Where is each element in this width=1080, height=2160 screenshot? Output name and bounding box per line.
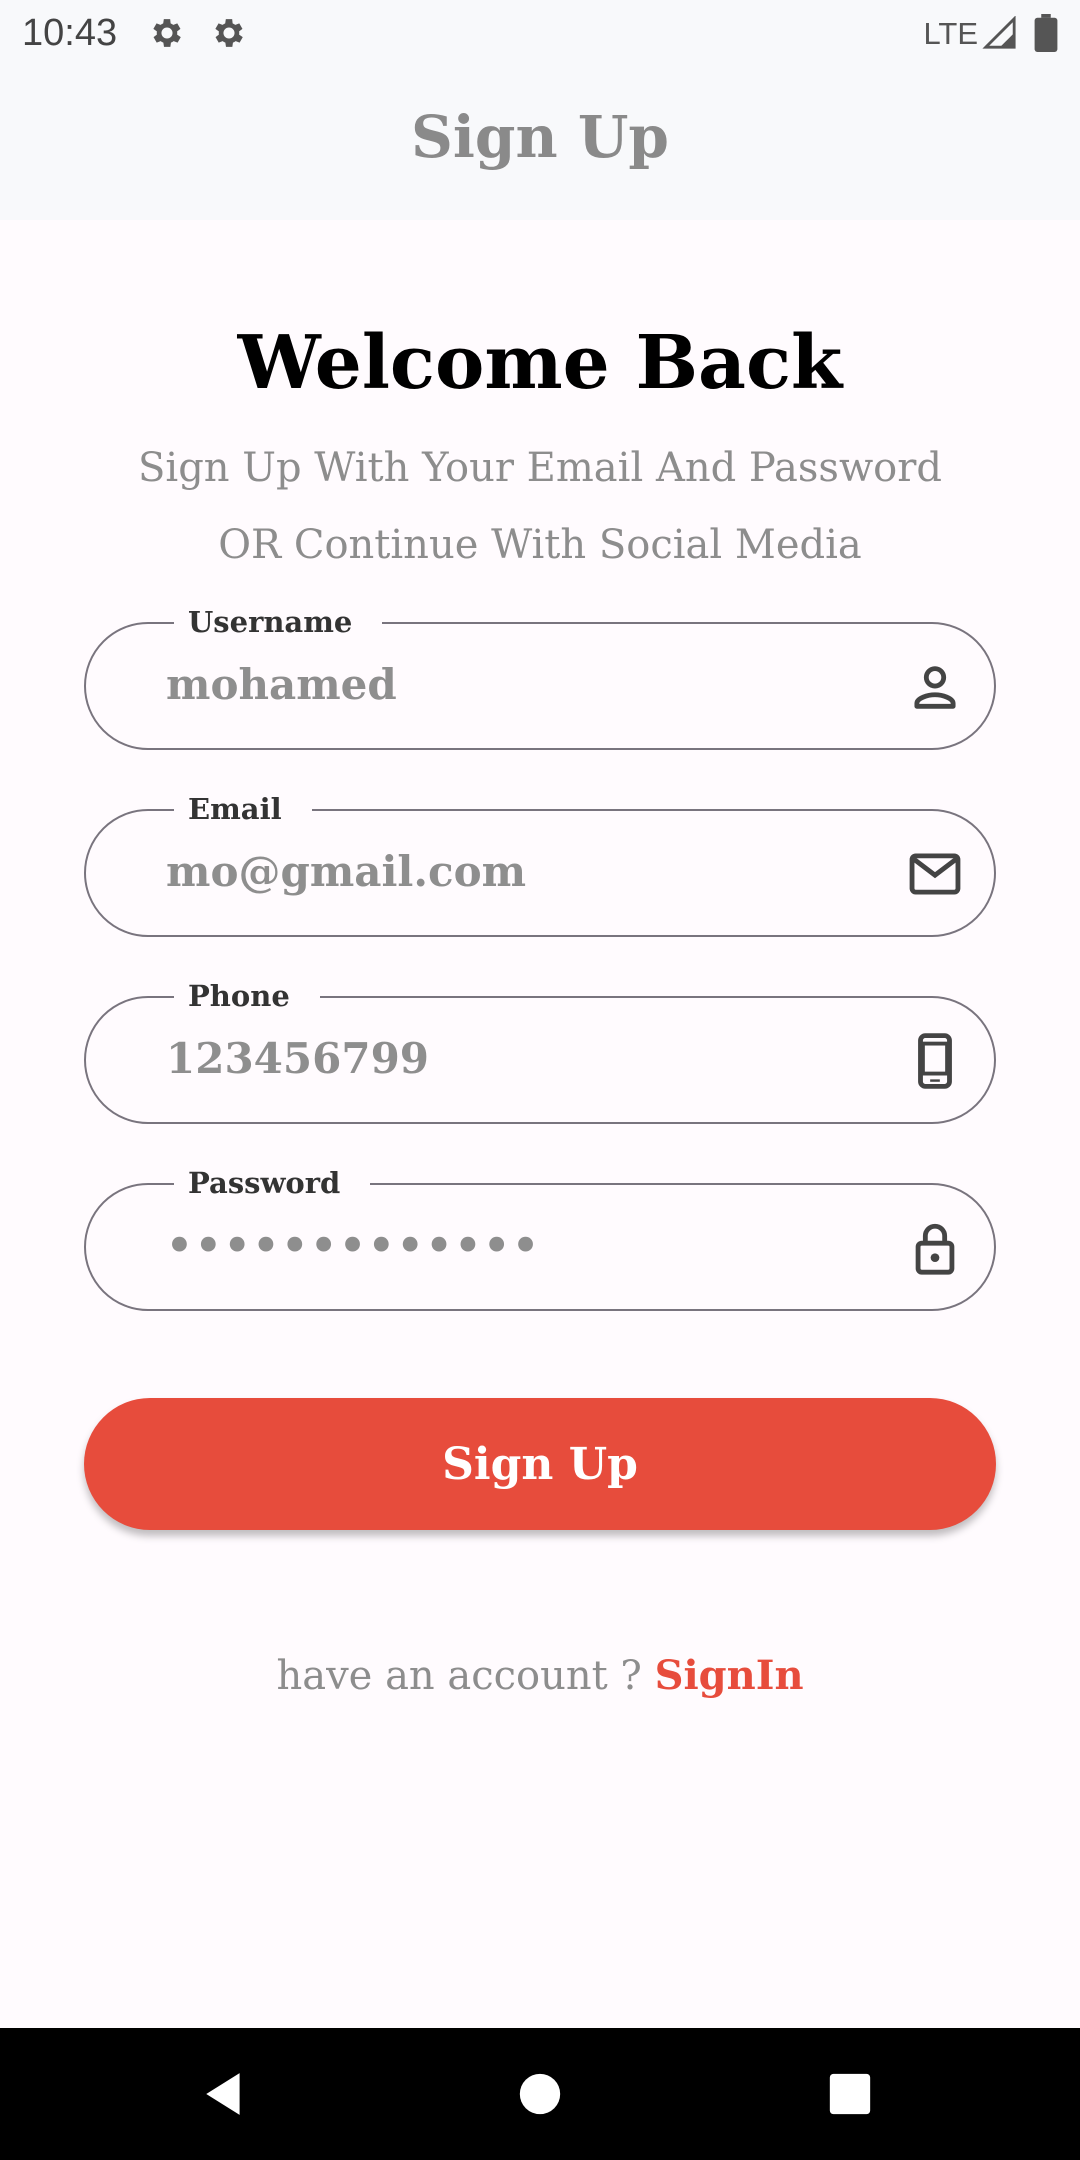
phone-value[interactable]: 123456799: [166, 1034, 429, 1083]
recent-apps-icon[interactable]: [828, 2072, 872, 2116]
signal-icon: [982, 16, 1016, 49]
phone-field[interactable]: Phone 123456799: [84, 974, 996, 1124]
welcome-title: Welcome Back: [237, 320, 843, 406]
settings-icon: [153, 19, 181, 47]
settings-icon: [215, 19, 243, 47]
username-value[interactable]: mohamed: [166, 660, 397, 709]
person-icon: [914, 666, 956, 709]
app-bar-title: Sign Up: [411, 103, 669, 171]
app-bar: Sign Up: [0, 66, 1080, 220]
username-label: Username: [174, 600, 383, 644]
signin-prompt: have an account ? SignIn: [0, 1652, 1080, 1699]
phone-icon: [918, 1033, 952, 1089]
home-icon[interactable]: [518, 2072, 562, 2116]
username-field[interactable]: Username mohamed: [84, 600, 996, 750]
sign-up-button[interactable]: Sign Up: [84, 1398, 996, 1530]
navigation-bar: [0, 2028, 1080, 2160]
phone-label: Phone: [174, 974, 320, 1018]
password-field[interactable]: Password •••••••••••••: [84, 1161, 996, 1311]
email-field[interactable]: Email mo@gmail.com: [84, 787, 996, 937]
signin-prompt-text: have an account ?: [276, 1653, 655, 1699]
password-label: Password: [174, 1161, 371, 1205]
network-type: LTE: [923, 16, 978, 51]
signin-link[interactable]: SignIn: [655, 1652, 804, 1699]
password-value[interactable]: •••••••••••••: [166, 1221, 541, 1270]
battery-icon: [1034, 14, 1058, 52]
email-label: Email: [174, 787, 312, 831]
status-bar: 10:43 LTE: [0, 0, 1080, 66]
status-time: 10:43: [22, 12, 118, 54]
email-value[interactable]: mo@gmail.com: [166, 847, 526, 896]
mail-icon: [909, 853, 961, 895]
back-icon[interactable]: [200, 2068, 250, 2120]
lock-icon: [915, 1223, 955, 1275]
welcome-subtitle: Sign Up With Your Email And Password OR …: [138, 445, 942, 568]
